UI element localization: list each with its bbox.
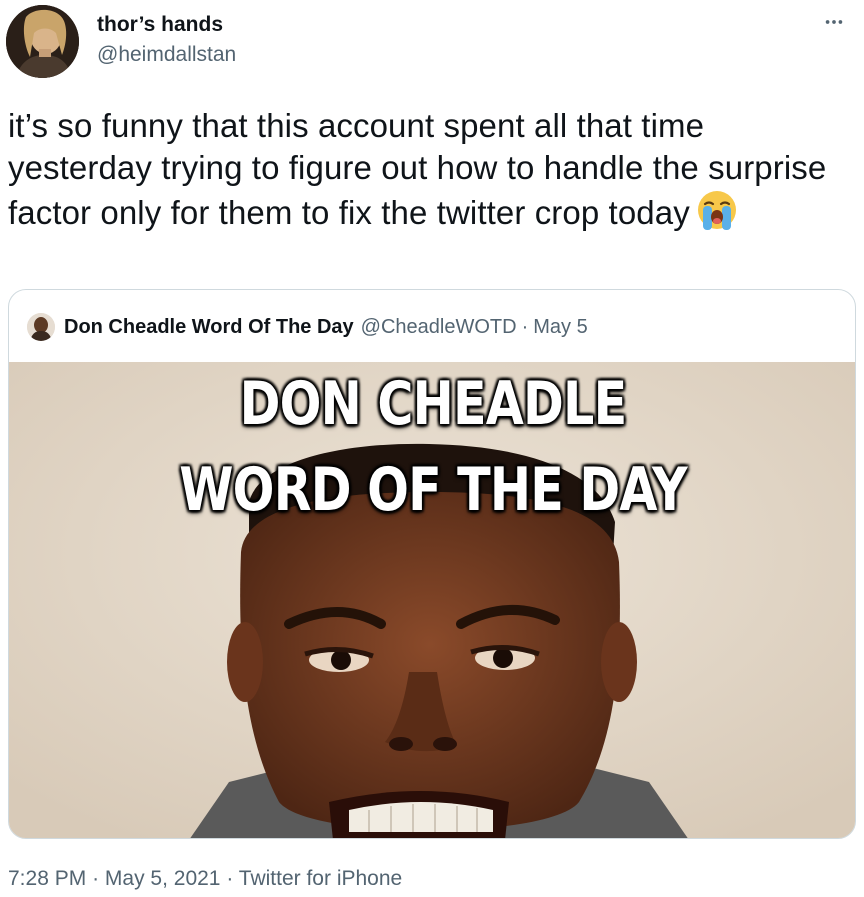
quoted-avatar-image [27, 313, 55, 341]
author-handle[interactable]: @heimdallstan [97, 42, 236, 68]
author-display-name[interactable]: thor’s hands [97, 12, 236, 38]
loudly-crying-face-icon [696, 189, 738, 231]
quoted-media-image[interactable]: DON CHEADLE WORD OF THE DAY [9, 362, 855, 838]
tweet-time[interactable]: 7:28 PM [8, 867, 86, 890]
tweet-source[interactable]: Twitter for iPhone [239, 867, 402, 890]
more-options-button[interactable] [820, 8, 848, 36]
footer-separator-2: · [226, 867, 234, 890]
quoted-tweet[interactable]: Don Cheadle Word Of The Day @CheadleWOTD… [8, 289, 856, 839]
tweet-card: thor’s hands @heimdallstan it’s so funny… [0, 0, 864, 897]
quoted-author-avatar[interactable] [27, 313, 55, 341]
quoted-date[interactable]: May 5 [533, 316, 587, 339]
tweet-footer: 7:28 PM · May 5, 2021 · Twitter for iPho… [8, 866, 402, 892]
footer-separator-1: · [92, 867, 100, 890]
quoted-tweet-header: Don Cheadle Word Of The Day @CheadleWOTD… [27, 312, 588, 342]
tweet-date[interactable]: May 5, 2021 [105, 867, 221, 890]
tweet-text: it’s so funny that this account spent al… [8, 105, 848, 234]
author-block: thor’s hands @heimdallstan [97, 12, 236, 68]
avatar-image [6, 5, 79, 78]
quoted-separator: · [521, 315, 529, 338]
quoted-author-name[interactable]: Don Cheadle Word Of The Day [64, 316, 354, 339]
more-horizontal-icon [825, 20, 843, 24]
meme-caption-line-1: DON CHEADLE [239, 369, 628, 439]
author-avatar[interactable] [6, 5, 79, 78]
quoted-author-handle[interactable]: @CheadleWOTD [361, 316, 517, 339]
meme-caption-line-2: WORD OF THE DAY [179, 455, 687, 525]
